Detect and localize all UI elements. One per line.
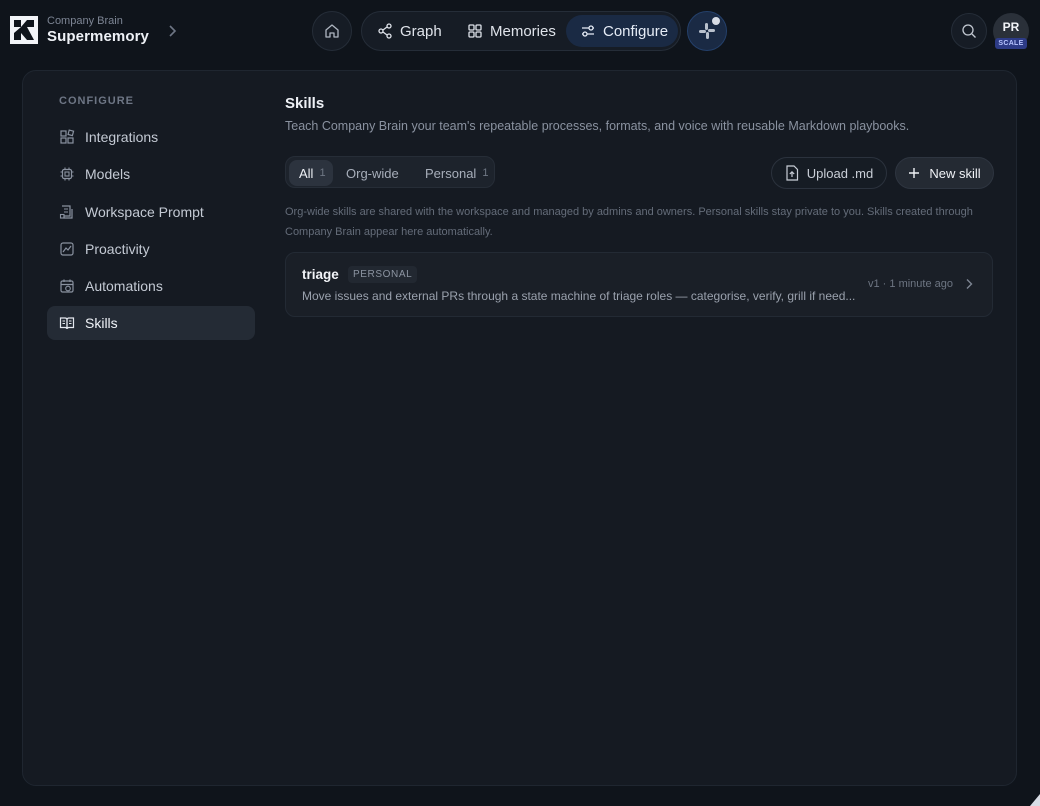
- sidebar-item-label: Workspace Prompt: [85, 203, 204, 220]
- notification-dot: [712, 17, 720, 25]
- sidebar-heading: CONFIGURE: [59, 95, 134, 107]
- sidebar-item-proactivity[interactable]: Proactivity: [47, 232, 255, 266]
- book-icon: [59, 317, 75, 330]
- prompt-icon: [59, 204, 73, 219]
- chevron-right-icon[interactable]: [166, 24, 178, 38]
- skill-card[interactable]: triage PERSONAL Move issues and external…: [285, 252, 993, 317]
- tab-all[interactable]: All 1: [289, 160, 333, 186]
- calendar-clock-icon: [60, 279, 74, 293]
- skill-name: triage: [302, 267, 339, 282]
- workspace-switcher[interactable]: Company Brain Supermemory: [10, 16, 149, 44]
- sidebar-item-label: Models: [85, 166, 131, 183]
- sliders-icon: [582, 25, 594, 37]
- workspace-name: Supermemory: [47, 28, 149, 45]
- nav-memories-label: Memories: [490, 22, 556, 40]
- resize-corner-icon: [1030, 794, 1040, 806]
- proactivity-icon: [60, 242, 74, 256]
- tab-count: 1: [319, 167, 326, 179]
- nav-memories[interactable]: Memories: [463, 15, 560, 47]
- nav-graph[interactable]: Graph: [373, 15, 446, 47]
- skills-content: Skills Teach Company Brain your team's r…: [285, 95, 995, 317]
- page-description: Teach Company Brain your team's repeatab…: [285, 119, 910, 133]
- tab-count: 1: [482, 167, 489, 179]
- graph-icon: [378, 23, 392, 39]
- tab-label: All: [299, 165, 314, 181]
- page-title: Skills: [285, 95, 325, 112]
- chip-icon: [60, 167, 74, 181]
- slack-icon: [699, 23, 715, 39]
- integrations-icon: [60, 129, 75, 144]
- skill-filter-tabs: All 1 Org-wide Personal 1: [285, 156, 495, 188]
- nav-configure[interactable]: Configure: [566, 15, 678, 47]
- user-avatar[interactable]: PR SCALE: [993, 13, 1029, 49]
- tab-label: Personal: [425, 165, 477, 181]
- tab-personal[interactable]: Personal 1: [425, 160, 488, 186]
- sidebar-item-label: Integrations: [85, 129, 159, 145]
- sidebar-item-label: Skills: [85, 315, 118, 332]
- skill-version-meta: v1 · 1 minute ago: [868, 278, 953, 290]
- sidebar-item-models[interactable]: Models: [47, 157, 255, 191]
- new-skill-label: New skill: [929, 165, 981, 181]
- supermemory-logo-icon: [10, 16, 38, 44]
- chevron-right-icon: [966, 279, 973, 289]
- file-upload-icon: [786, 165, 798, 181]
- sidebar-item-skills[interactable]: Skills: [47, 306, 255, 341]
- new-skill-button[interactable]: New skill: [895, 157, 994, 189]
- plus-icon: [909, 168, 920, 178]
- tab-org-wide[interactable]: Org-wide: [346, 160, 399, 186]
- home-icon: [325, 24, 339, 38]
- skill-description: Move issues and external PRs through a s…: [302, 289, 856, 303]
- sidebar-item-workspace-prompt[interactable]: Workspace Prompt: [47, 195, 255, 229]
- configure-panel: CONFIGURE Integrations Models Workspace …: [22, 70, 1017, 786]
- home-button[interactable]: [312, 11, 352, 51]
- grid-icon: [468, 24, 482, 38]
- avatar-initials: PR: [1002, 19, 1020, 34]
- sidebar-item-automations[interactable]: Automations: [47, 269, 255, 303]
- nav-configure-label: Configure: [603, 22, 669, 40]
- search-icon: [962, 24, 976, 38]
- main-nav: Graph Memories Configure: [361, 11, 681, 51]
- upload-md-button[interactable]: Upload .md: [771, 157, 887, 189]
- configure-sidebar: CONFIGURE Integrations Models Workspace …: [47, 95, 255, 344]
- search-button[interactable]: [951, 13, 987, 49]
- upload-md-label: Upload .md: [806, 165, 874, 181]
- nav-graph-label: Graph: [400, 22, 442, 40]
- plan-badge: SCALE: [995, 38, 1027, 49]
- sidebar-item-integrations[interactable]: Integrations: [47, 120, 255, 154]
- slack-button[interactable]: [687, 11, 727, 51]
- skill-scope-badge: PERSONAL: [348, 266, 418, 283]
- top-bar: Company Brain Supermemory Graph Memories…: [0, 0, 1040, 64]
- skills-info-text: Org-wide skills are shared with the work…: [285, 206, 973, 238]
- tab-label: Org-wide: [346, 165, 399, 181]
- sidebar-item-label: Proactivity: [85, 240, 150, 257]
- sidebar-item-label: Automations: [85, 278, 163, 295]
- workspace-subtitle: Company Brain: [47, 15, 123, 27]
